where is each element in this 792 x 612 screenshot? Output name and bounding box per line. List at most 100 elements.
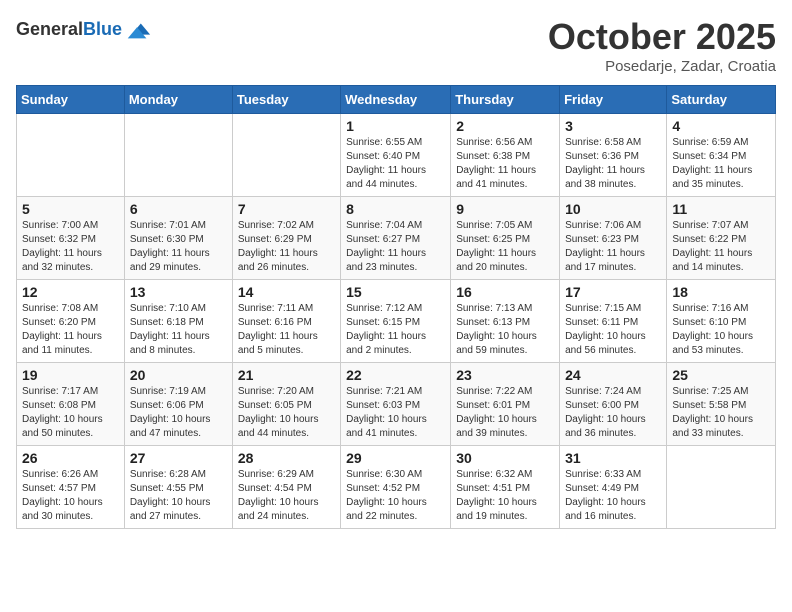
day-info: Sunrise: 7:15 AM Sunset: 6:11 PM Dayligh… — [565, 302, 661, 358]
day-number: 27 — [130, 450, 227, 466]
calendar-week-2: 5 Sunrise: 7:00 AM Sunset: 6:32 PM Daylig… — [17, 197, 776, 280]
day-info: Sunrise: 6:33 AM Sunset: 4:49 PM Dayligh… — [565, 468, 661, 524]
day-number: 13 — [130, 284, 227, 300]
day-info: Sunrise: 6:55 AM Sunset: 6:40 PM Dayligh… — [346, 136, 445, 192]
day-info: Sunrise: 6:56 AM Sunset: 6:38 PM Dayligh… — [456, 136, 554, 192]
day-number: 19 — [22, 367, 119, 383]
calendar-cell: 16 Sunrise: 7:13 AM Sunset: 6:13 PM Dayli… — [451, 280, 560, 363]
day-number: 2 — [456, 118, 554, 134]
day-number: 7 — [238, 201, 335, 217]
day-number: 16 — [456, 284, 554, 300]
calendar-cell: 13 Sunrise: 7:10 AM Sunset: 6:18 PM Dayli… — [124, 280, 232, 363]
weekday-header-row: SundayMondayTuesdayWednesdayThursdayFrid… — [17, 86, 776, 114]
day-number: 29 — [346, 450, 445, 466]
calendar-week-1: 1 Sunrise: 6:55 AM Sunset: 6:40 PM Daylig… — [17, 114, 776, 197]
calendar-cell: 15 Sunrise: 7:12 AM Sunset: 6:15 PM Dayli… — [341, 280, 451, 363]
weekday-header-saturday: Saturday — [667, 86, 776, 114]
logo: GeneralBlue — [16, 16, 152, 44]
day-number: 9 — [456, 201, 554, 217]
calendar-cell: 29Sunrise: 6:30 AM Sunset: 4:52 PM Dayli… — [341, 446, 451, 529]
calendar-cell: 10 Sunrise: 7:06 AM Sunset: 6:23 PM Dayli… — [560, 197, 667, 280]
weekday-header-wednesday: Wednesday — [341, 86, 451, 114]
calendar-cell: 28 Sunrise: 6:29 AM Sunset: 4:54 PM Dayli… — [232, 446, 340, 529]
day-info: Sunrise: 6:28 AM Sunset: 4:55 PM Dayligh… — [130, 468, 227, 524]
day-number: 5 — [22, 201, 119, 217]
day-info: Sunrise: 7:12 AM Sunset: 6:15 PM Dayligh… — [346, 302, 445, 358]
calendar-cell: 7Sunrise: 7:02 AM Sunset: 6:29 PM Daylig… — [232, 197, 340, 280]
calendar-cell: 31 Sunrise: 6:33 AM Sunset: 4:49 PM Dayli… — [560, 446, 667, 529]
calendar-cell: 17 Sunrise: 7:15 AM Sunset: 6:11 PM Dayli… — [560, 280, 667, 363]
day-info: Sunrise: 7:24 AM Sunset: 6:00 PM Dayligh… — [565, 385, 661, 441]
day-info: Sunrise: 7:01 AM Sunset: 6:30 PM Dayligh… — [130, 219, 227, 275]
day-info: Sunrise: 7:11 AM Sunset: 6:16 PM Dayligh… — [238, 302, 335, 358]
title-block: October 2025 Posedarje, Zadar, Croatia — [548, 16, 776, 75]
calendar-cell: 22Sunrise: 7:21 AM Sunset: 6:03 PM Dayli… — [341, 363, 451, 446]
day-info: Sunrise: 7:16 AM Sunset: 6:10 PM Dayligh… — [672, 302, 770, 358]
calendar-cell: 4 Sunrise: 6:59 AM Sunset: 6:34 PM Daylig… — [667, 114, 776, 197]
calendar-cell — [124, 114, 232, 197]
calendar-cell: 1 Sunrise: 6:55 AM Sunset: 6:40 PM Daylig… — [341, 114, 451, 197]
day-info: Sunrise: 7:06 AM Sunset: 6:23 PM Dayligh… — [565, 219, 661, 275]
day-number: 11 — [672, 201, 770, 217]
day-number: 14 — [238, 284, 335, 300]
day-info: Sunrise: 7:00 AM Sunset: 6:32 PM Dayligh… — [22, 219, 119, 275]
calendar-cell: 12 Sunrise: 7:08 AM Sunset: 6:20 PM Dayli… — [17, 280, 125, 363]
calendar-cell: 8Sunrise: 7:04 AM Sunset: 6:27 PM Daylig… — [341, 197, 451, 280]
day-info: Sunrise: 7:10 AM Sunset: 6:18 PM Dayligh… — [130, 302, 227, 358]
day-info: Sunrise: 7:21 AM Sunset: 6:03 PM Dayligh… — [346, 385, 445, 441]
logo-general: GeneralBlue — [16, 20, 122, 40]
month-title: October 2025 — [548, 16, 776, 58]
day-number: 1 — [346, 118, 445, 134]
weekday-header-monday: Monday — [124, 86, 232, 114]
weekday-header-friday: Friday — [560, 86, 667, 114]
day-number: 20 — [130, 367, 227, 383]
day-info: Sunrise: 7:20 AM Sunset: 6:05 PM Dayligh… — [238, 385, 335, 441]
calendar-cell: 26Sunrise: 6:26 AM Sunset: 4:57 PM Dayli… — [17, 446, 125, 529]
logo-icon — [124, 16, 152, 44]
day-info: Sunrise: 7:22 AM Sunset: 6:01 PM Dayligh… — [456, 385, 554, 441]
day-info: Sunrise: 7:17 AM Sunset: 6:08 PM Dayligh… — [22, 385, 119, 441]
day-number: 3 — [565, 118, 661, 134]
day-info: Sunrise: 7:08 AM Sunset: 6:20 PM Dayligh… — [22, 302, 119, 358]
day-number: 30 — [456, 450, 554, 466]
day-info: Sunrise: 7:13 AM Sunset: 6:13 PM Dayligh… — [456, 302, 554, 358]
calendar-cell: 6 Sunrise: 7:01 AM Sunset: 6:30 PM Daylig… — [124, 197, 232, 280]
calendar-cell: 18Sunrise: 7:16 AM Sunset: 6:10 PM Dayli… — [667, 280, 776, 363]
day-info: Sunrise: 7:25 AM Sunset: 5:58 PM Dayligh… — [672, 385, 770, 441]
calendar-cell — [17, 114, 125, 197]
page-header: GeneralBlue October 2025 Posedarje, Zada… — [16, 16, 776, 75]
calendar-cell: 23 Sunrise: 7:22 AM Sunset: 6:01 PM Dayli… — [451, 363, 560, 446]
day-info: Sunrise: 6:32 AM Sunset: 4:51 PM Dayligh… — [456, 468, 554, 524]
calendar-cell: 25Sunrise: 7:25 AM Sunset: 5:58 PM Dayli… — [667, 363, 776, 446]
day-number: 28 — [238, 450, 335, 466]
calendar-week-5: 26Sunrise: 6:26 AM Sunset: 4:57 PM Dayli… — [17, 446, 776, 529]
calendar-cell: 27 Sunrise: 6:28 AM Sunset: 4:55 PM Dayli… — [124, 446, 232, 529]
calendar-week-4: 19 Sunrise: 7:17 AM Sunset: 6:08 PM Dayli… — [17, 363, 776, 446]
calendar-table: SundayMondayTuesdayWednesdayThursdayFrid… — [16, 85, 776, 529]
weekday-header-sunday: Sunday — [17, 86, 125, 114]
day-number: 6 — [130, 201, 227, 217]
day-info: Sunrise: 7:07 AM Sunset: 6:22 PM Dayligh… — [672, 219, 770, 275]
day-info: Sunrise: 6:58 AM Sunset: 6:36 PM Dayligh… — [565, 136, 661, 192]
day-number: 17 — [565, 284, 661, 300]
day-info: Sunrise: 6:26 AM Sunset: 4:57 PM Dayligh… — [22, 468, 119, 524]
calendar-cell: 24 Sunrise: 7:24 AM Sunset: 6:00 PM Dayli… — [560, 363, 667, 446]
day-number: 31 — [565, 450, 661, 466]
day-number: 10 — [565, 201, 661, 217]
day-number: 24 — [565, 367, 661, 383]
weekday-header-tuesday: Tuesday — [232, 86, 340, 114]
day-info: Sunrise: 6:59 AM Sunset: 6:34 PM Dayligh… — [672, 136, 770, 192]
calendar-cell — [232, 114, 340, 197]
day-info: Sunrise: 6:29 AM Sunset: 4:54 PM Dayligh… — [238, 468, 335, 524]
calendar-week-3: 12 Sunrise: 7:08 AM Sunset: 6:20 PM Dayli… — [17, 280, 776, 363]
location: Posedarje, Zadar, Croatia — [548, 58, 776, 75]
calendar-cell: 21Sunrise: 7:20 AM Sunset: 6:05 PM Dayli… — [232, 363, 340, 446]
weekday-header-thursday: Thursday — [451, 86, 560, 114]
calendar-cell — [667, 446, 776, 529]
calendar-cell: 30 Sunrise: 6:32 AM Sunset: 4:51 PM Dayli… — [451, 446, 560, 529]
day-number: 23 — [456, 367, 554, 383]
day-number: 15 — [346, 284, 445, 300]
day-number: 4 — [672, 118, 770, 134]
day-number: 12 — [22, 284, 119, 300]
calendar-cell: 3 Sunrise: 6:58 AM Sunset: 6:36 PM Daylig… — [560, 114, 667, 197]
